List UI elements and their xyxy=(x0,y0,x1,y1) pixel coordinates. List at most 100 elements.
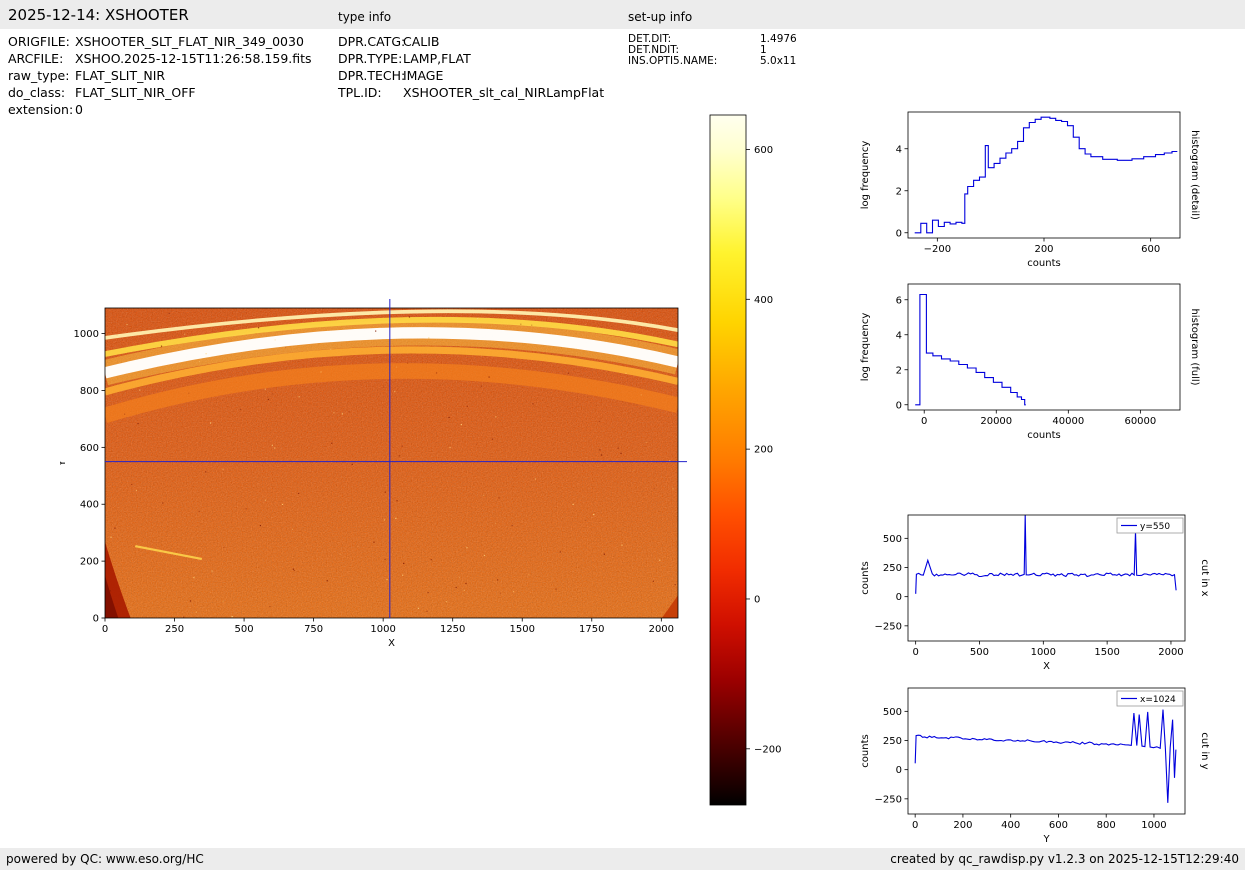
svg-text:250: 250 xyxy=(883,563,902,574)
svg-text:0: 0 xyxy=(912,820,918,831)
svg-text:counts: counts xyxy=(1027,258,1060,269)
svg-text:0: 0 xyxy=(93,614,99,625)
svg-text:1500: 1500 xyxy=(1094,647,1119,658)
svg-text:4: 4 xyxy=(896,144,902,155)
detector-image-plot: 0 250 500 750 1000 1250 1500 1750 2000 0 200 400 600… xyxy=(60,299,687,649)
svg-text:1000: 1000 xyxy=(74,329,99,340)
svg-text:−250: −250 xyxy=(875,621,902,632)
doclass-label: do_class: xyxy=(8,85,66,100)
colorbar: 600 400 200 0 −200 xyxy=(709,114,781,806)
tpl-id-label: TPL.ID: xyxy=(338,85,382,100)
svg-text:0: 0 xyxy=(912,647,918,658)
svg-text:1500: 1500 xyxy=(510,624,535,635)
svg-text:2: 2 xyxy=(896,186,902,197)
dpr-tech-value: IMAGE xyxy=(403,68,444,83)
svg-text:4: 4 xyxy=(896,330,902,341)
dpr-catg-value: CALIB xyxy=(403,34,440,49)
svg-text:0: 0 xyxy=(896,400,902,411)
histogram-detail-chart: −200 200 600 0 2 4 counts log frequency histogra… xyxy=(860,111,1200,269)
svg-text:40000: 40000 xyxy=(1052,416,1084,427)
arcfile-value: XSHOO.2025-12-15T11:26:58.159.fits xyxy=(75,51,312,66)
svg-text:Y: Y xyxy=(1042,834,1050,845)
svg-text:500: 500 xyxy=(235,624,254,635)
svg-text:400: 400 xyxy=(754,295,773,306)
svg-text:counts: counts xyxy=(1027,430,1060,441)
arcfile-label: ARCFILE: xyxy=(8,51,64,66)
svg-text:20000: 20000 xyxy=(980,416,1012,427)
svg-text:200: 200 xyxy=(1034,244,1053,255)
page-title: 2025-12-14: XSHOOTER xyxy=(8,6,189,24)
svg-text:0: 0 xyxy=(102,624,108,635)
svg-text:800: 800 xyxy=(80,386,99,397)
svg-text:250: 250 xyxy=(165,624,184,635)
svg-text:log frequency: log frequency xyxy=(860,313,871,382)
svg-text:cut in x: cut in x xyxy=(1199,559,1210,596)
rawtype-value: FLAT_SLIT_NIR xyxy=(75,68,166,83)
svg-text:0: 0 xyxy=(754,594,760,605)
svg-text:X: X xyxy=(1043,661,1050,672)
ins-opti5-label: INS.OPTI5.NAME: xyxy=(628,55,718,67)
svg-text:500: 500 xyxy=(883,707,902,718)
svg-text:1000: 1000 xyxy=(370,624,395,635)
svg-text:200: 200 xyxy=(754,445,773,456)
svg-text:200: 200 xyxy=(953,820,972,831)
svg-text:800: 800 xyxy=(1097,820,1116,831)
cut-in-x-chart: 0 500 1000 1500 2000 −250 0 250 500 Xcounts cut in… xyxy=(860,514,1210,672)
svg-text:1000: 1000 xyxy=(1031,647,1056,658)
dpr-catg-label: DPR.CATG: xyxy=(338,34,406,49)
svg-text:600: 600 xyxy=(80,443,99,454)
svg-text:x=1024: x=1024 xyxy=(1140,695,1176,705)
cut-in-y-chart: 0 200 400 600 800 1000 −250 0 250 500 Ycounts cut i… xyxy=(860,687,1210,845)
extension-label: extension: xyxy=(8,102,74,117)
svg-text:400: 400 xyxy=(80,500,99,511)
svg-text:60000: 60000 xyxy=(1124,416,1156,427)
svg-text:1250: 1250 xyxy=(440,624,465,635)
svg-text:1000: 1000 xyxy=(1141,820,1166,831)
origfile-value: XSHOOTER_SLT_FLAT_NIR_349_0030 xyxy=(75,34,304,49)
footer-left-text: powered by QC: www.eso.org/HC xyxy=(6,852,204,866)
svg-text:counts: counts xyxy=(860,734,871,767)
svg-text:counts: counts xyxy=(860,561,871,594)
type-info-heading: type info xyxy=(338,10,392,24)
svg-text:cut in y: cut in y xyxy=(1199,732,1210,769)
dpr-type-label: DPR.TYPE: xyxy=(338,51,403,66)
svg-text:6: 6 xyxy=(896,295,902,306)
svg-text:2000: 2000 xyxy=(649,624,674,635)
tpl-id-value: XSHOOTER_slt_cal_NIRLampFlat xyxy=(403,85,605,100)
ins-opti5-value: 5.0x11 xyxy=(760,55,797,67)
doclass-value: FLAT_SLIT_NIR_OFF xyxy=(75,85,196,100)
svg-text:400: 400 xyxy=(1001,820,1020,831)
footer-bar: powered by QC: www.eso.org/HC created by… xyxy=(0,848,1245,870)
svg-text:log frequency: log frequency xyxy=(860,141,871,210)
rawtype-label: raw_type: xyxy=(8,68,70,83)
svg-text:y=550: y=550 xyxy=(1140,522,1170,532)
svg-text:1750: 1750 xyxy=(579,624,604,635)
extension-value: 0 xyxy=(75,102,83,117)
svg-text:600: 600 xyxy=(754,145,773,156)
svg-text:250: 250 xyxy=(883,736,902,747)
dpr-tech-label: DPR.TECH: xyxy=(338,68,406,83)
svg-text:0: 0 xyxy=(896,228,902,239)
origfile-label: ORIGFILE: xyxy=(8,34,70,49)
svg-text:2000: 2000 xyxy=(1158,647,1183,658)
svg-text:0: 0 xyxy=(896,592,902,603)
svg-text:X: X xyxy=(388,638,395,649)
svg-text:750: 750 xyxy=(304,624,323,635)
svg-text:histogram (full): histogram (full) xyxy=(1189,308,1200,385)
svg-text:0: 0 xyxy=(921,416,927,427)
footer-right-text: created by qc_rawdisp.py v1.2.3 on 2025-… xyxy=(890,852,1239,866)
svg-text:500: 500 xyxy=(883,534,902,545)
setup-info-heading: set-up info xyxy=(628,10,693,24)
svg-text:histogram (detail): histogram (detail) xyxy=(1189,130,1200,220)
dpr-type-value: LAMP,FLAT xyxy=(403,51,471,66)
svg-text:2: 2 xyxy=(896,365,902,376)
histogram-full-chart: 0 20000 40000 60000 0 2 4 6 counts log frequency h… xyxy=(860,283,1200,441)
svg-text:0: 0 xyxy=(896,765,902,776)
svg-text:200: 200 xyxy=(80,557,99,568)
svg-text:600: 600 xyxy=(1049,820,1068,831)
svg-text:600: 600 xyxy=(1141,244,1160,255)
svg-text:−200: −200 xyxy=(924,244,951,255)
svg-text:−200: −200 xyxy=(754,744,781,755)
svg-text:−250: −250 xyxy=(875,794,902,805)
svg-text:Y: Y xyxy=(60,459,68,467)
